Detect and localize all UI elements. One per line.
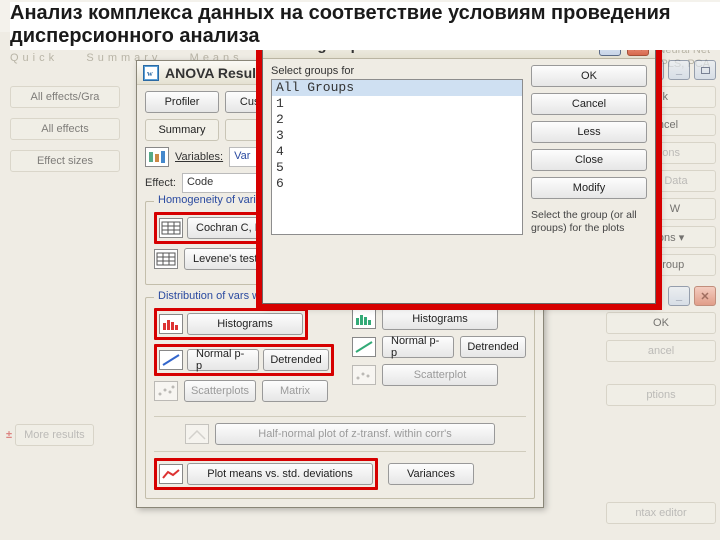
normalpp-icon [159,350,183,370]
groups-listbox[interactable]: All Groups 1 2 3 4 5 6 [271,79,523,235]
list-item[interactable]: 2 [272,112,522,128]
tab-profiler[interactable]: Profiler [145,91,219,113]
subtab-summary[interactable]: Summary [145,119,219,141]
bg-ntax: ntax editor [606,502,716,524]
matrix-button[interactable]: Matrix [262,380,328,402]
bg-all-effects-gra: All effects/Gra [10,86,120,108]
bg-left-buttons: All effects/Gra All effects Effect sizes [10,86,120,172]
list-item[interactable]: All Groups [272,80,522,96]
close-text-button[interactable]: Close [531,149,647,171]
table2-icon [154,249,178,269]
close2-icon: ✕ [694,286,716,306]
histogram-icon [159,314,183,334]
variances-button[interactable]: Variances [388,463,474,485]
scatter2-icon [352,365,376,385]
bg-effect-sizes: Effect sizes [10,150,120,172]
slide-heading: Анализ комплекса данных на соответствие … [10,2,720,50]
bg-all-effects: All effects [10,118,120,140]
histogram2-icon [352,309,376,329]
normalpp2-icon [352,337,376,357]
minimize2-icon: _ [668,286,690,306]
less-button[interactable]: Less [531,121,647,143]
table-icon [159,218,183,238]
bg-ptions: ptions [606,384,716,406]
list-item[interactable]: 4 [272,144,522,160]
anova-title-text: ANOVA Results [165,65,268,81]
variables-link[interactable]: Variables: [175,151,223,163]
select-groups-hint: Select the group (or all groups) for the… [531,209,647,235]
list-item[interactable]: 1 [272,96,522,112]
bg-more-results: ± More results [6,424,94,446]
list-item[interactable]: 3 [272,128,522,144]
scatterplot-right-button[interactable]: Scatterplot [382,364,498,386]
variables-icon[interactable] [145,147,169,167]
cancel-button[interactable]: Cancel [531,93,647,115]
scatter-icon [154,381,178,401]
histograms-right-button[interactable]: Histograms [382,308,498,330]
effect-label: Effect: [145,177,176,189]
detrended-left-button[interactable]: Detrended [263,349,329,371]
bg-ancel: ancel [606,340,716,362]
halfnormal-button[interactable]: Half-normal plot of z-transf. within cor… [215,423,495,445]
modify-button[interactable]: Modify [531,177,647,199]
halfnormal-icon [185,424,209,444]
ok-button[interactable]: OK [531,65,647,87]
anova-app-icon: w [143,65,159,81]
plotmeans-icon [159,464,183,484]
bg-ok2: OK [606,312,716,334]
detrended-right-button[interactable]: Detrended [460,336,526,358]
list-item[interactable]: 6 [272,176,522,192]
minimize-icon: _ [668,60,690,80]
select-groups-prompt: Select groups for [271,65,523,77]
scatterplots-left-button[interactable]: Scatterplots [184,380,256,402]
normal-pp-left-button[interactable]: Normal p-p [187,349,259,371]
plot-means-button[interactable]: Plot means vs. std. deviations [187,463,373,485]
normal-pp-right-button[interactable]: Normal p-p [382,336,454,358]
histograms-left-button[interactable]: Histograms [187,313,303,335]
list-item[interactable]: 5 [272,160,522,176]
select-groups-dialog: Select groups ? ✕ Select groups for All … [262,32,656,304]
maximize-icon [694,60,716,80]
